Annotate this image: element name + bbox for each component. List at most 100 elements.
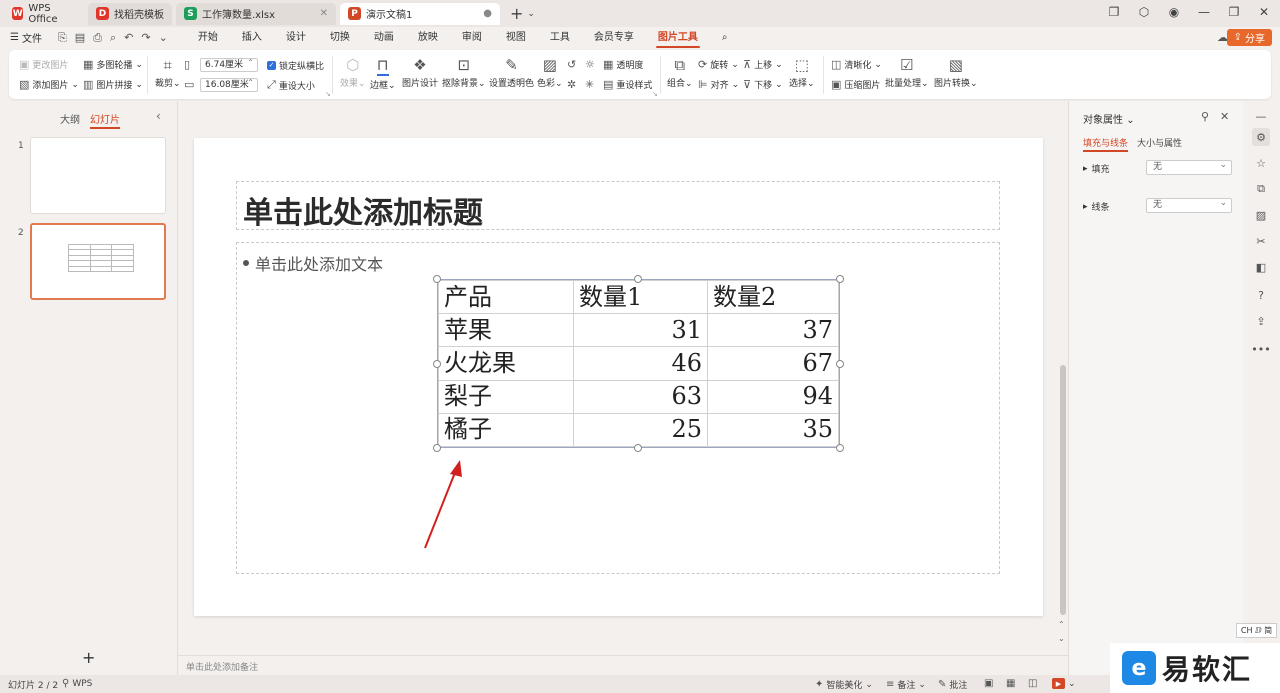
color-button[interactable]: ▨ 色彩⌄: [537, 56, 563, 89]
close-icon[interactable]: ●: [483, 8, 492, 19]
tab-wps-office[interactable]: W WPS Office: [4, 3, 84, 25]
fill-section[interactable]: ▸ 填充: [1083, 162, 1110, 176]
tab-outline[interactable]: 大纲: [60, 111, 80, 126]
tab-workbook[interactable]: S 工作簿数量.xlsx ✕: [176, 2, 336, 25]
ime-indicator[interactable]: CH ⅅ 简: [1236, 623, 1277, 638]
contrast-down-icon[interactable]: ✳: [585, 78, 594, 91]
share-button[interactable]: ⇪ 分享: [1226, 29, 1272, 46]
rotate-left-icon[interactable]: ↺: [567, 58, 576, 71]
resize-handle[interactable]: [836, 275, 844, 283]
file-menu[interactable]: ☰ 文件: [10, 30, 42, 45]
resize-handle[interactable]: [433, 275, 441, 283]
avatar[interactable]: ◉: [1166, 5, 1182, 19]
bring-forward-button[interactable]: ⊼ 上移 ⌄: [743, 58, 783, 71]
cube-icon[interactable]: ⬡: [1136, 5, 1152, 19]
minimize-panel-icon[interactable]: —: [1252, 107, 1270, 125]
chevron-down-icon[interactable]: ⌄: [527, 9, 535, 19]
maximize-icon[interactable]: ❐: [1226, 5, 1242, 19]
menu-member[interactable]: 会员专享: [582, 27, 646, 48]
width-input[interactable]: 6.74厘米: [200, 57, 258, 72]
resize-handle[interactable]: [433, 360, 441, 368]
book-icon[interactable]: ◧: [1252, 258, 1270, 276]
minimize-icon[interactable]: —: [1196, 5, 1212, 19]
menu-design[interactable]: 设计: [274, 27, 318, 48]
brightness-icon[interactable]: ☼: [585, 58, 595, 71]
prev-slide-icon[interactable]: ⌃: [1058, 620, 1065, 629]
send-backward-button[interactable]: ⊽ 下移 ⌄: [743, 78, 783, 91]
remove-background-button[interactable]: ⊡ 抠除背景⌄: [442, 56, 486, 89]
notes-button[interactable]: ≡ 备注 ⌄: [886, 678, 926, 691]
menu-review[interactable]: 审阅: [450, 27, 494, 48]
notes-area[interactable]: 单击此处添加备注: [178, 655, 1068, 675]
resize-handle[interactable]: [634, 444, 642, 452]
menu-home[interactable]: 开始: [186, 27, 230, 48]
slide[interactable]: 单击此处添加标题 单击此处添加文本 产品 数量1 数量2 苹果 31 37 火龙…: [194, 138, 1043, 616]
close-icon[interactable]: ✕: [320, 8, 328, 19]
restore-tabs-icon[interactable]: ❐: [1106, 5, 1122, 19]
menu-picture-tools[interactable]: 图片工具: [646, 27, 710, 48]
lock-ratio-checkbox[interactable]: ✓ 锁定纵横比: [267, 59, 324, 72]
chevron-left-icon[interactable]: ‹: [156, 109, 161, 123]
properties-icon[interactable]: ⚙: [1252, 128, 1270, 146]
star-icon[interactable]: ☆: [1252, 154, 1270, 172]
menu-animation[interactable]: 动画: [362, 27, 406, 48]
reading-view-icon[interactable]: ◫: [1028, 678, 1037, 689]
dialog-launcher-icon[interactable]: ↘: [652, 90, 658, 98]
tab-presentation[interactable]: P 演示文稿1 ●: [340, 2, 500, 25]
fill-select[interactable]: 无: [1146, 159, 1232, 175]
image-design-button[interactable]: ❖ 图片设计: [402, 56, 438, 89]
more-icon[interactable]: •••: [1251, 340, 1270, 358]
tools-icon[interactable]: ✂: [1252, 232, 1270, 250]
image-convert-button[interactable]: ▧ 图片转换⌄: [934, 56, 978, 89]
batch-process-button[interactable]: ☑ 批量处理⌄: [885, 56, 929, 89]
sorter-view-icon[interactable]: ▦: [1006, 678, 1015, 689]
menu-slideshow[interactable]: 放映: [406, 27, 450, 48]
height-input[interactable]: 16.08厘米: [200, 77, 258, 92]
compress-image-button[interactable]: ▣ 压缩图片: [831, 78, 880, 91]
share-icon[interactable]: ⇪: [1252, 312, 1270, 330]
rotate-button[interactable]: ⟳ 旋转 ⌄: [698, 58, 739, 71]
export-pdf-icon[interactable]: ▤: [75, 31, 85, 45]
copy-icon[interactable]: ⧉: [1252, 180, 1270, 198]
crop-button[interactable]: ⌗ 裁剪⌄: [155, 56, 181, 89]
dialog-launcher-icon[interactable]: ↘: [325, 90, 331, 98]
new-tab-icon[interactable]: +: [510, 4, 523, 23]
next-slide-icon[interactable]: ⌄: [1058, 634, 1065, 643]
add-image-button[interactable]: ▧ 添加图片 ⌄: [19, 78, 79, 91]
tab-slides[interactable]: 幻灯片: [90, 111, 120, 129]
print-icon[interactable]: ⎙: [93, 31, 102, 45]
transparency-button[interactable]: ▦ 透明度: [603, 58, 643, 71]
border-button[interactable]: ⊓ 边框⌄: [370, 56, 396, 91]
table-image[interactable]: 产品 数量1 数量2 苹果 31 37 火龙果 46 67 梨子 63 94 橘…: [437, 279, 840, 448]
reset-style-button[interactable]: ▤ 重设样式: [603, 78, 652, 91]
slide-thumbnail-1[interactable]: [30, 137, 166, 214]
resize-handle[interactable]: [836, 444, 844, 452]
set-transparent-color-button[interactable]: ✎ 设置透明色: [489, 56, 534, 89]
play-button[interactable]: ▶ ⌄: [1052, 678, 1076, 689]
theme-indicator[interactable]: ⚲ WPS: [62, 678, 92, 689]
chevron-down-icon[interactable]: ⌄: [159, 31, 168, 45]
select-button[interactable]: ⬚ 选择⌄: [789, 56, 815, 89]
search-icon[interactable]: ⌕: [710, 27, 740, 48]
line-select[interactable]: 无: [1146, 197, 1232, 213]
align-button[interactable]: ⊫ 对齐 ⌄: [698, 78, 739, 91]
tab-fill-line[interactable]: 填充与线条: [1083, 136, 1129, 152]
line-section[interactable]: ▸ 线条: [1083, 200, 1110, 214]
comments-button[interactable]: ✎ 批注: [938, 678, 967, 691]
contrast-up-icon[interactable]: ✲: [567, 78, 576, 91]
title-placeholder[interactable]: 单击此处添加标题: [236, 181, 1000, 231]
menu-insert[interactable]: 插入: [230, 27, 274, 48]
resize-handle[interactable]: [634, 275, 642, 283]
save-icon[interactable]: ⎘: [58, 31, 67, 45]
group-button[interactable]: ⧉ 组合⌄: [667, 56, 693, 89]
panel-title[interactable]: 对象属性 ⌄: [1083, 111, 1135, 126]
reset-size-button[interactable]: ⤢ 重设大小: [267, 78, 315, 92]
resize-handle[interactable]: [433, 444, 441, 452]
close-icon[interactable]: ✕: [1220, 110, 1229, 123]
vertical-scrollbar[interactable]: [1060, 365, 1066, 615]
image-splice-button[interactable]: ▥ 图片拼接 ⌄: [83, 78, 143, 91]
effects-button[interactable]: ⬡ 效果⌄: [340, 56, 366, 89]
menu-view[interactable]: 视图: [494, 27, 538, 48]
menu-tools[interactable]: 工具: [538, 27, 582, 48]
redo-icon[interactable]: ↷: [141, 31, 150, 45]
